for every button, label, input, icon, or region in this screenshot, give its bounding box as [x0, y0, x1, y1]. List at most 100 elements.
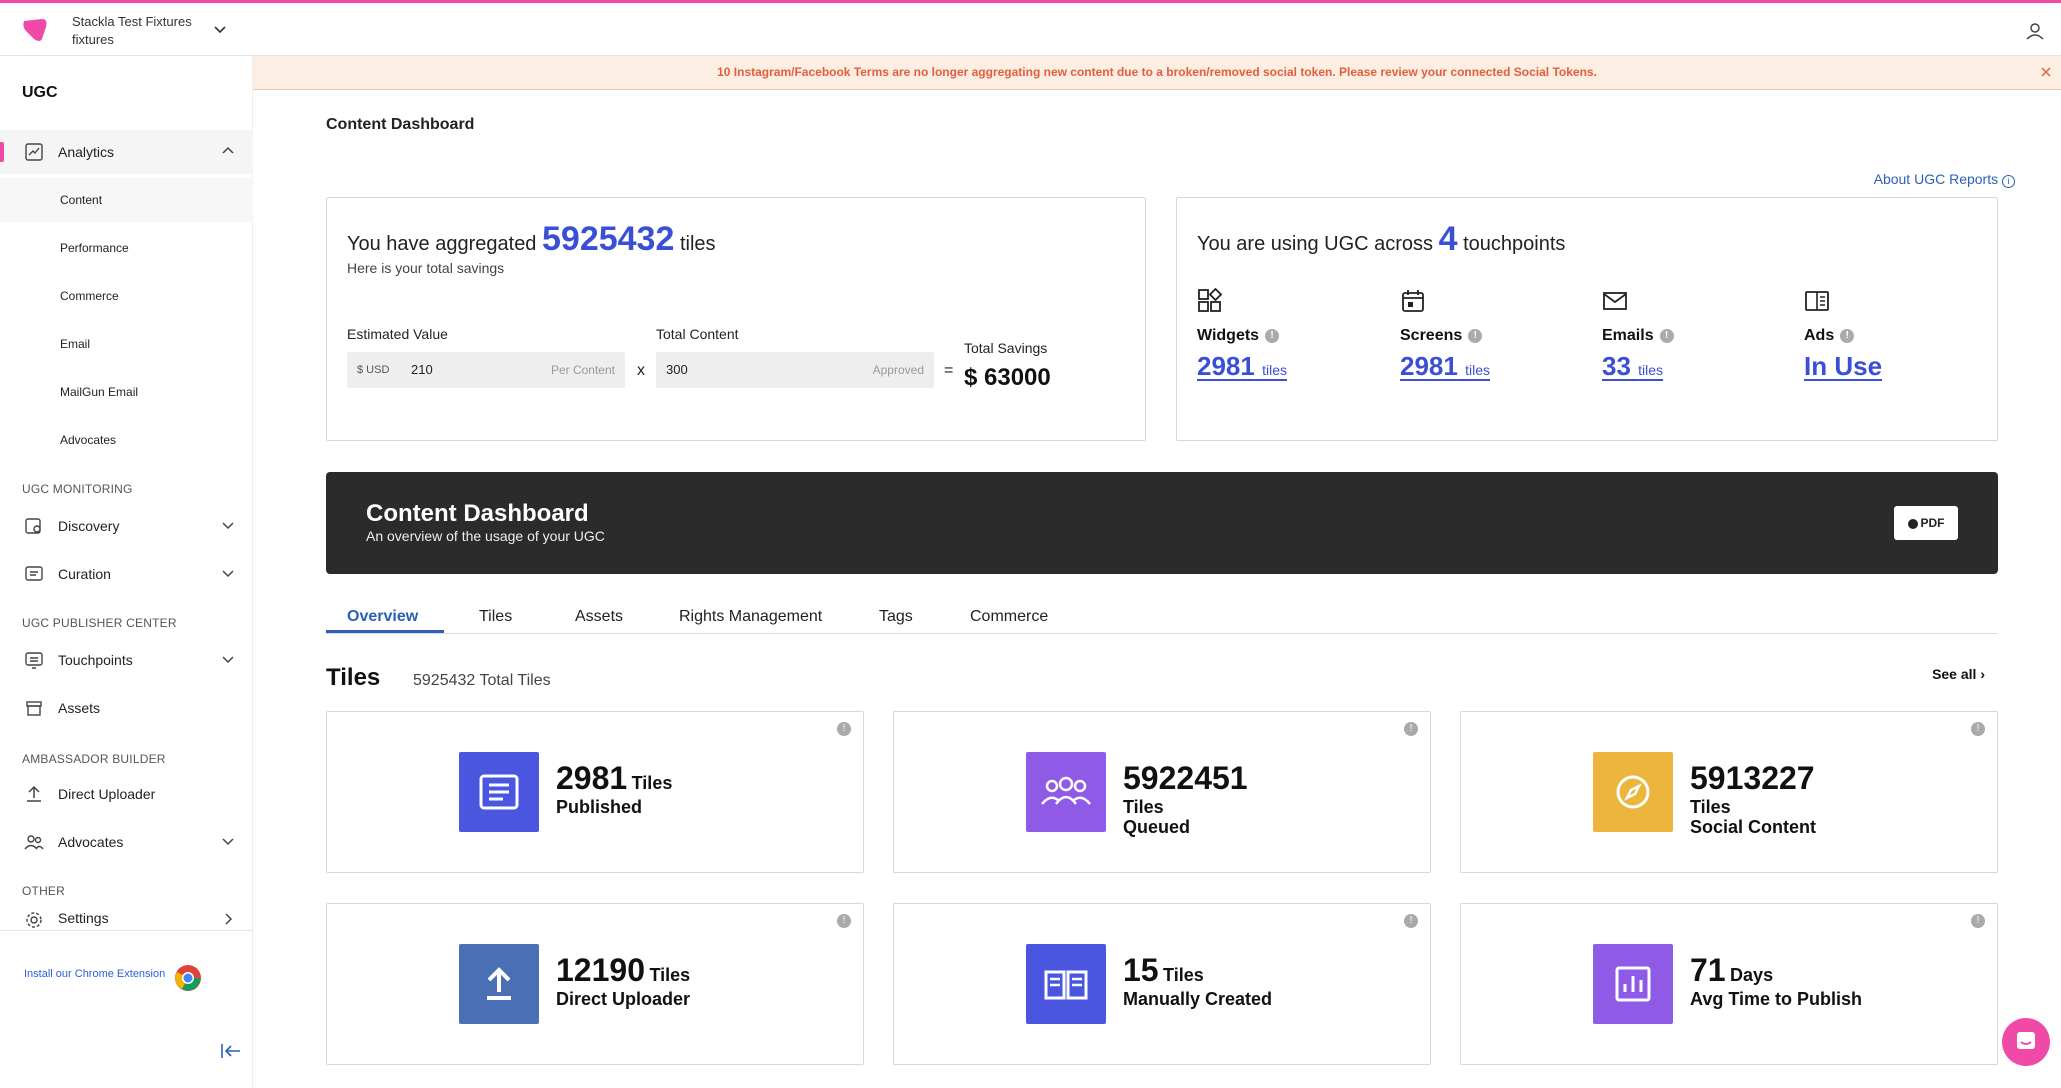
sidebar-item-settings[interactable]: Settings — [0, 906, 253, 930]
info-icon[interactable]: ! — [1659, 329, 1674, 343]
sidebar-item-touchpoints[interactable]: Touchpoints — [0, 638, 253, 682]
sidebar-subitem-label: Email — [60, 337, 91, 351]
hero-title: Content Dashboard — [366, 500, 589, 527]
sidebar-item-advocates[interactable]: Advocates — [0, 820, 253, 864]
tiles-heading: Tiles — [326, 664, 381, 691]
hero-subtitle: An overview of the usage of your UGC — [366, 528, 605, 544]
sidebar-subitem-label: Content — [60, 193, 103, 207]
sidebar: UGC Analytics Content Performance Commer… — [0, 56, 253, 1088]
sidebar-subitem-label: Advocates — [60, 433, 117, 447]
chevron-down-icon[interactable] — [212, 21, 228, 37]
page-title: Content Dashboard — [326, 116, 475, 133]
stackla-logo[interactable] — [22, 17, 48, 43]
info-icon[interactable]: ! — [1971, 914, 1985, 928]
sidebar-item-analytics[interactable]: Analytics — [0, 130, 253, 174]
widgets-icon — [1198, 287, 1223, 312]
tab-bar: Overview Tiles Assets Rights Management … — [326, 604, 1998, 634]
chrome-extension-link[interactable]: Install our Chrome Extension — [24, 968, 165, 980]
chevron-right-icon: › — [1980, 666, 1985, 682]
touchpoint-name: Widgets — [1197, 327, 1260, 344]
see-all-link[interactable]: See all › — [1932, 666, 1985, 682]
info-icon[interactable]: ! — [1840, 329, 1855, 343]
info-icon[interactable]: ! — [837, 914, 851, 928]
stat-label: Manually Created — [1123, 989, 1273, 1009]
stat-label: Direct Uploader — [556, 989, 691, 1009]
sidebar-subitem-performance[interactable]: Performance — [0, 226, 253, 270]
sidebar-subitem-advocates[interactable]: Advocates — [0, 418, 253, 462]
info-icon[interactable]: ! — [837, 722, 851, 736]
sidebar-subitem-content[interactable]: Content — [0, 178, 253, 222]
stat-label: Avg Time to Publish — [1690, 989, 1863, 1009]
ads-icon — [1805, 291, 1829, 311]
tab-tiles[interactable]: Tiles — [479, 608, 512, 626]
sidebar-item-assets[interactable]: Assets — [0, 686, 253, 730]
touchpoint-value: 2981 — [1197, 351, 1255, 381]
info-icon[interactable]: ! — [1265, 329, 1280, 343]
touchpoint-value-link[interactable]: In Use — [1804, 351, 1984, 382]
info-icon[interactable]: ! — [1468, 329, 1483, 343]
currency-select[interactable]: $ USD — [357, 352, 389, 388]
sidebar-item-discovery[interactable]: Discovery — [0, 504, 253, 548]
stat-number: 15 — [1123, 952, 1159, 988]
stat-unit: Tiles — [631, 773, 673, 793]
aggregate-pre: You have aggregated — [347, 233, 537, 255]
pdf-button[interactable]: PDF — [1894, 506, 1958, 540]
top-bar: Stackla Test Fixtures fixtures — [0, 0, 2061, 56]
tab-overview[interactable]: Overview — [347, 608, 418, 626]
sidebar-item-direct-uploader[interactable]: Direct Uploader — [0, 772, 253, 816]
aggregate-count: 5925432 — [542, 220, 675, 258]
warning-banner: 10 Instagram/Facebook Terms are no longe… — [253, 56, 2061, 90]
tab-commerce[interactable]: Commerce — [970, 608, 1048, 626]
chat-launcher-button[interactable] — [2002, 1018, 2050, 1066]
sidebar-subitem-email[interactable]: Email — [0, 322, 253, 366]
info-icon: i — [2002, 175, 2015, 188]
stat-card-social-content: ! 5913227 Tiles Social Content — [1460, 711, 1998, 873]
info-icon[interactable]: ! — [1404, 914, 1418, 928]
approved-hint: Approved — [872, 363, 924, 377]
section-ambassador: AMBASSADOR BUILDER — [22, 752, 166, 766]
sidebar-subitem-mailgun[interactable]: MailGun Email — [0, 370, 253, 414]
stat-card-manually-created: ! 15 Tiles Manually Created — [893, 903, 1431, 1065]
touchpoint-value-link[interactable]: 33 tiles — [1602, 351, 1782, 382]
sidebar-subitem-label: MailGun Email — [60, 385, 139, 399]
close-icon[interactable] — [2039, 65, 2053, 79]
collapse-sidebar-icon[interactable] — [220, 1042, 242, 1060]
stat-number: 2981 — [556, 760, 628, 796]
tab-rights-management[interactable]: Rights Management — [679, 608, 822, 626]
estimated-value-field[interactable]: $ USD 210 Per Content — [347, 352, 625, 388]
sidebar-item-curation[interactable]: Curation — [0, 552, 253, 596]
user-icon[interactable] — [2025, 21, 2045, 41]
chat-icon — [2017, 1032, 2035, 1049]
total-content-input: 300 — [666, 362, 688, 377]
chevron-down-icon — [222, 656, 234, 664]
sidebar-title: UGC — [22, 84, 58, 101]
touchpoint-value: 33 — [1602, 351, 1631, 381]
sidebar-subitem-commerce[interactable]: Commerce — [0, 274, 253, 318]
tab-tags[interactable]: Tags — [879, 608, 913, 626]
total-content-field[interactable]: 300 Approved — [656, 352, 934, 388]
archive-icon — [26, 701, 42, 716]
touchpoints-pre: You are using UGC across — [1197, 233, 1434, 255]
stat-number: 71 — [1690, 952, 1726, 988]
total-savings-value: $ 63000 — [964, 364, 1051, 391]
touchpoint-unit: tiles — [1465, 362, 1490, 378]
account-switcher[interactable]: Stackla Test Fixtures fixtures — [72, 13, 192, 49]
touchpoint-value: 2981 — [1400, 351, 1458, 381]
info-icon[interactable]: ! — [1404, 722, 1418, 736]
touchpoints-icon — [25, 652, 43, 669]
touchpoint-value: In Use — [1804, 351, 1883, 381]
about-ugc-reports-link[interactable]: About UGC Reports i — [1874, 171, 2015, 188]
touchpoint-value-link[interactable]: 2981 tiles — [1197, 351, 1377, 382]
sidebar-item-label: Analytics — [58, 144, 115, 160]
tab-assets[interactable]: Assets — [575, 608, 623, 626]
see-all-label: See all — [1932, 666, 1977, 682]
sidebar-divider — [0, 930, 253, 931]
sidebar-item-label: Assets — [58, 700, 101, 716]
info-icon[interactable]: ! — [1971, 722, 1985, 736]
touchpoints-count: 4 — [1438, 220, 1458, 258]
sidebar-item-label: Advocates — [58, 834, 124, 850]
touchpoint-value-link[interactable]: 2981 tiles — [1400, 351, 1580, 382]
download-icon — [1907, 518, 1918, 529]
sidebar-subitem-label: Commerce — [60, 289, 119, 303]
document-icon — [459, 752, 539, 832]
